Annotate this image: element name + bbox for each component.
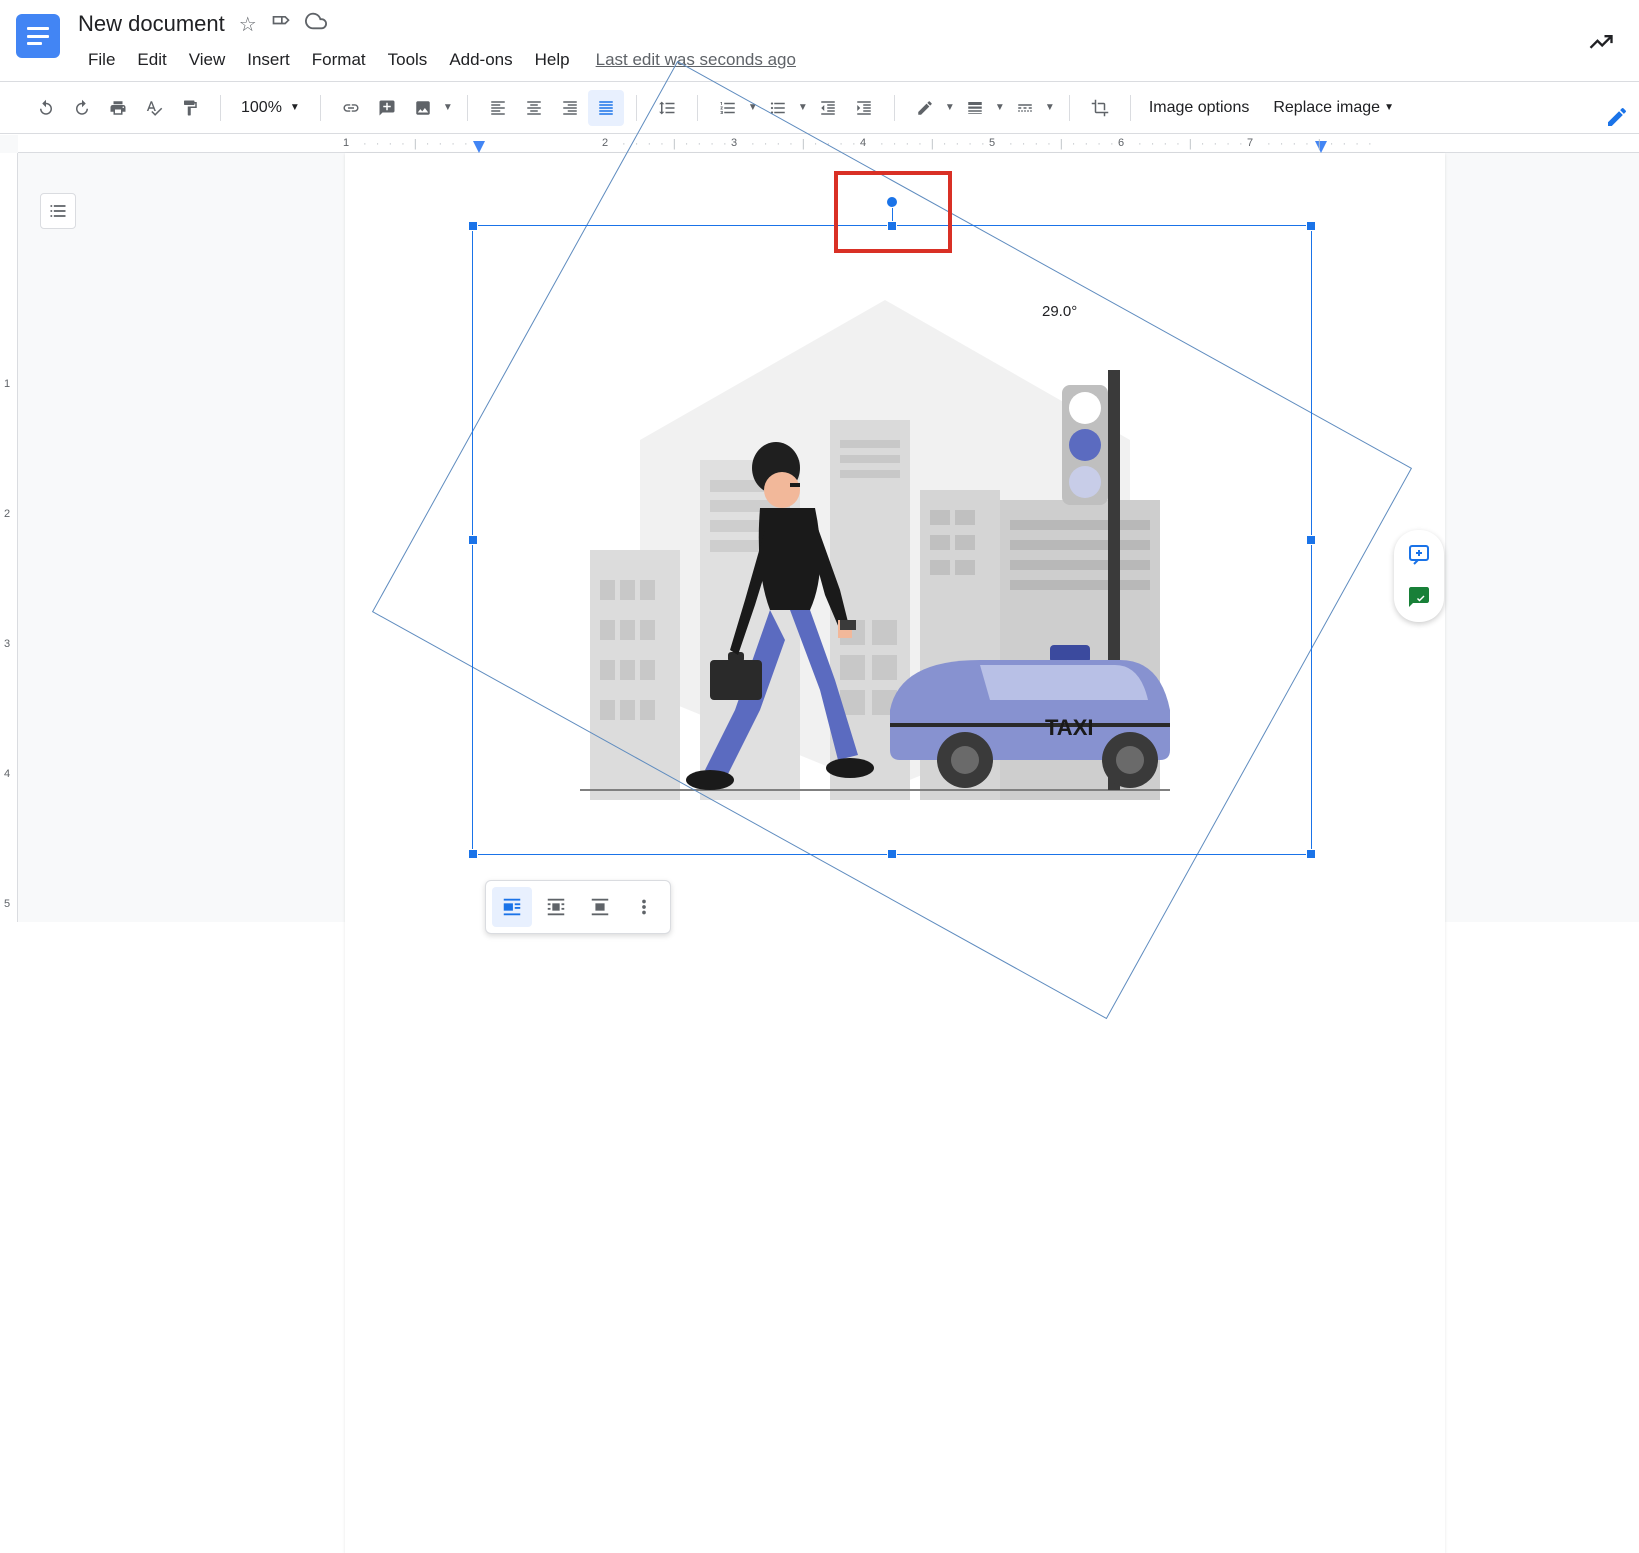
menu-help[interactable]: Help <box>525 46 580 74</box>
image-selection-box[interactable] <box>472 225 1312 855</box>
resize-handle-mr[interactable] <box>1306 535 1316 545</box>
menu-tools[interactable]: Tools <box>378 46 438 74</box>
spellcheck-button[interactable] <box>136 90 172 126</box>
rotation-angle-label: 29.0° <box>1042 303 1077 320</box>
menu-addons[interactable]: Add-ons <box>439 46 522 74</box>
image-wrap-toolbar <box>485 880 671 934</box>
border-weight-dropdown[interactable]: ▼ <box>993 90 1007 126</box>
resize-handle-tr[interactable] <box>1306 221 1316 231</box>
resize-handle-br[interactable] <box>1306 849 1316 859</box>
increase-indent-button[interactable] <box>846 90 882 126</box>
move-icon[interactable] <box>271 11 291 37</box>
border-color-dropdown[interactable]: ▼ <box>943 90 957 126</box>
menu-file[interactable]: File <box>78 46 125 74</box>
redo-button[interactable] <box>64 90 100 126</box>
document-title[interactable]: New document <box>78 11 225 37</box>
resize-handle-ml[interactable] <box>468 535 478 545</box>
zoom-select[interactable]: 100%▼ <box>233 95 308 121</box>
last-edit-label[interactable]: Last edit was seconds ago <box>596 50 796 70</box>
wrap-break-button[interactable] <box>580 887 620 927</box>
suggest-edit-icon[interactable] <box>1404 582 1434 612</box>
floating-comment-panel <box>1394 530 1444 622</box>
insert-image-button[interactable] <box>405 90 441 126</box>
align-right-button[interactable] <box>552 90 588 126</box>
resize-handle-bm[interactable] <box>887 849 897 859</box>
wrap-more-button[interactable] <box>624 887 664 927</box>
menu-view[interactable]: View <box>179 46 236 74</box>
vertical-ruler: 1 2 3 4 5 <box>0 153 18 922</box>
resize-handle-tl[interactable] <box>468 221 478 231</box>
border-weight-button[interactable] <box>957 90 993 126</box>
replace-image-button[interactable]: Replace image▼ <box>1263 99 1404 117</box>
align-left-button[interactable] <box>480 90 516 126</box>
border-color-button[interactable] <box>907 90 943 126</box>
align-center-button[interactable] <box>516 90 552 126</box>
crop-button[interactable] <box>1082 90 1118 126</box>
paint-format-button[interactable] <box>172 90 208 126</box>
print-button[interactable] <box>100 90 136 126</box>
cloud-status-icon[interactable] <box>305 10 327 38</box>
border-dash-button[interactable] <box>1007 90 1043 126</box>
toolbar: 100%▼ ▼ ▼ ▼ ▼ ▼ ▼ Image options <box>0 82 1639 134</box>
show-outline-button[interactable] <box>40 193 76 229</box>
insert-image-dropdown[interactable]: ▼ <box>441 90 455 126</box>
wrap-inline-button[interactable] <box>492 887 532 927</box>
add-comment-icon[interactable] <box>1404 540 1434 570</box>
docs-logo[interactable] <box>16 14 60 58</box>
image-options-button[interactable]: Image options <box>1135 99 1264 117</box>
undo-button[interactable] <box>28 90 64 126</box>
rotate-handle[interactable] <box>886 196 898 208</box>
bulleted-list-dropdown[interactable]: ▼ <box>796 90 810 126</box>
border-dash-dropdown[interactable]: ▼ <box>1043 90 1057 126</box>
menu-insert[interactable]: Insert <box>237 46 300 74</box>
decrease-indent-button[interactable] <box>810 90 846 126</box>
resize-handle-bl[interactable] <box>468 849 478 859</box>
add-comment-button[interactable] <box>369 90 405 126</box>
left-indent-marker[interactable] <box>473 141 485 153</box>
star-icon[interactable]: ☆ <box>239 12 257 37</box>
activity-icon[interactable] <box>1587 28 1615 63</box>
menu-edit[interactable]: Edit <box>127 46 176 74</box>
resize-handle-tm[interactable] <box>887 221 897 231</box>
wrap-text-button[interactable] <box>536 887 576 927</box>
insert-link-button[interactable] <box>333 90 369 126</box>
menu-format[interactable]: Format <box>302 46 376 74</box>
align-justify-button[interactable] <box>588 90 624 126</box>
